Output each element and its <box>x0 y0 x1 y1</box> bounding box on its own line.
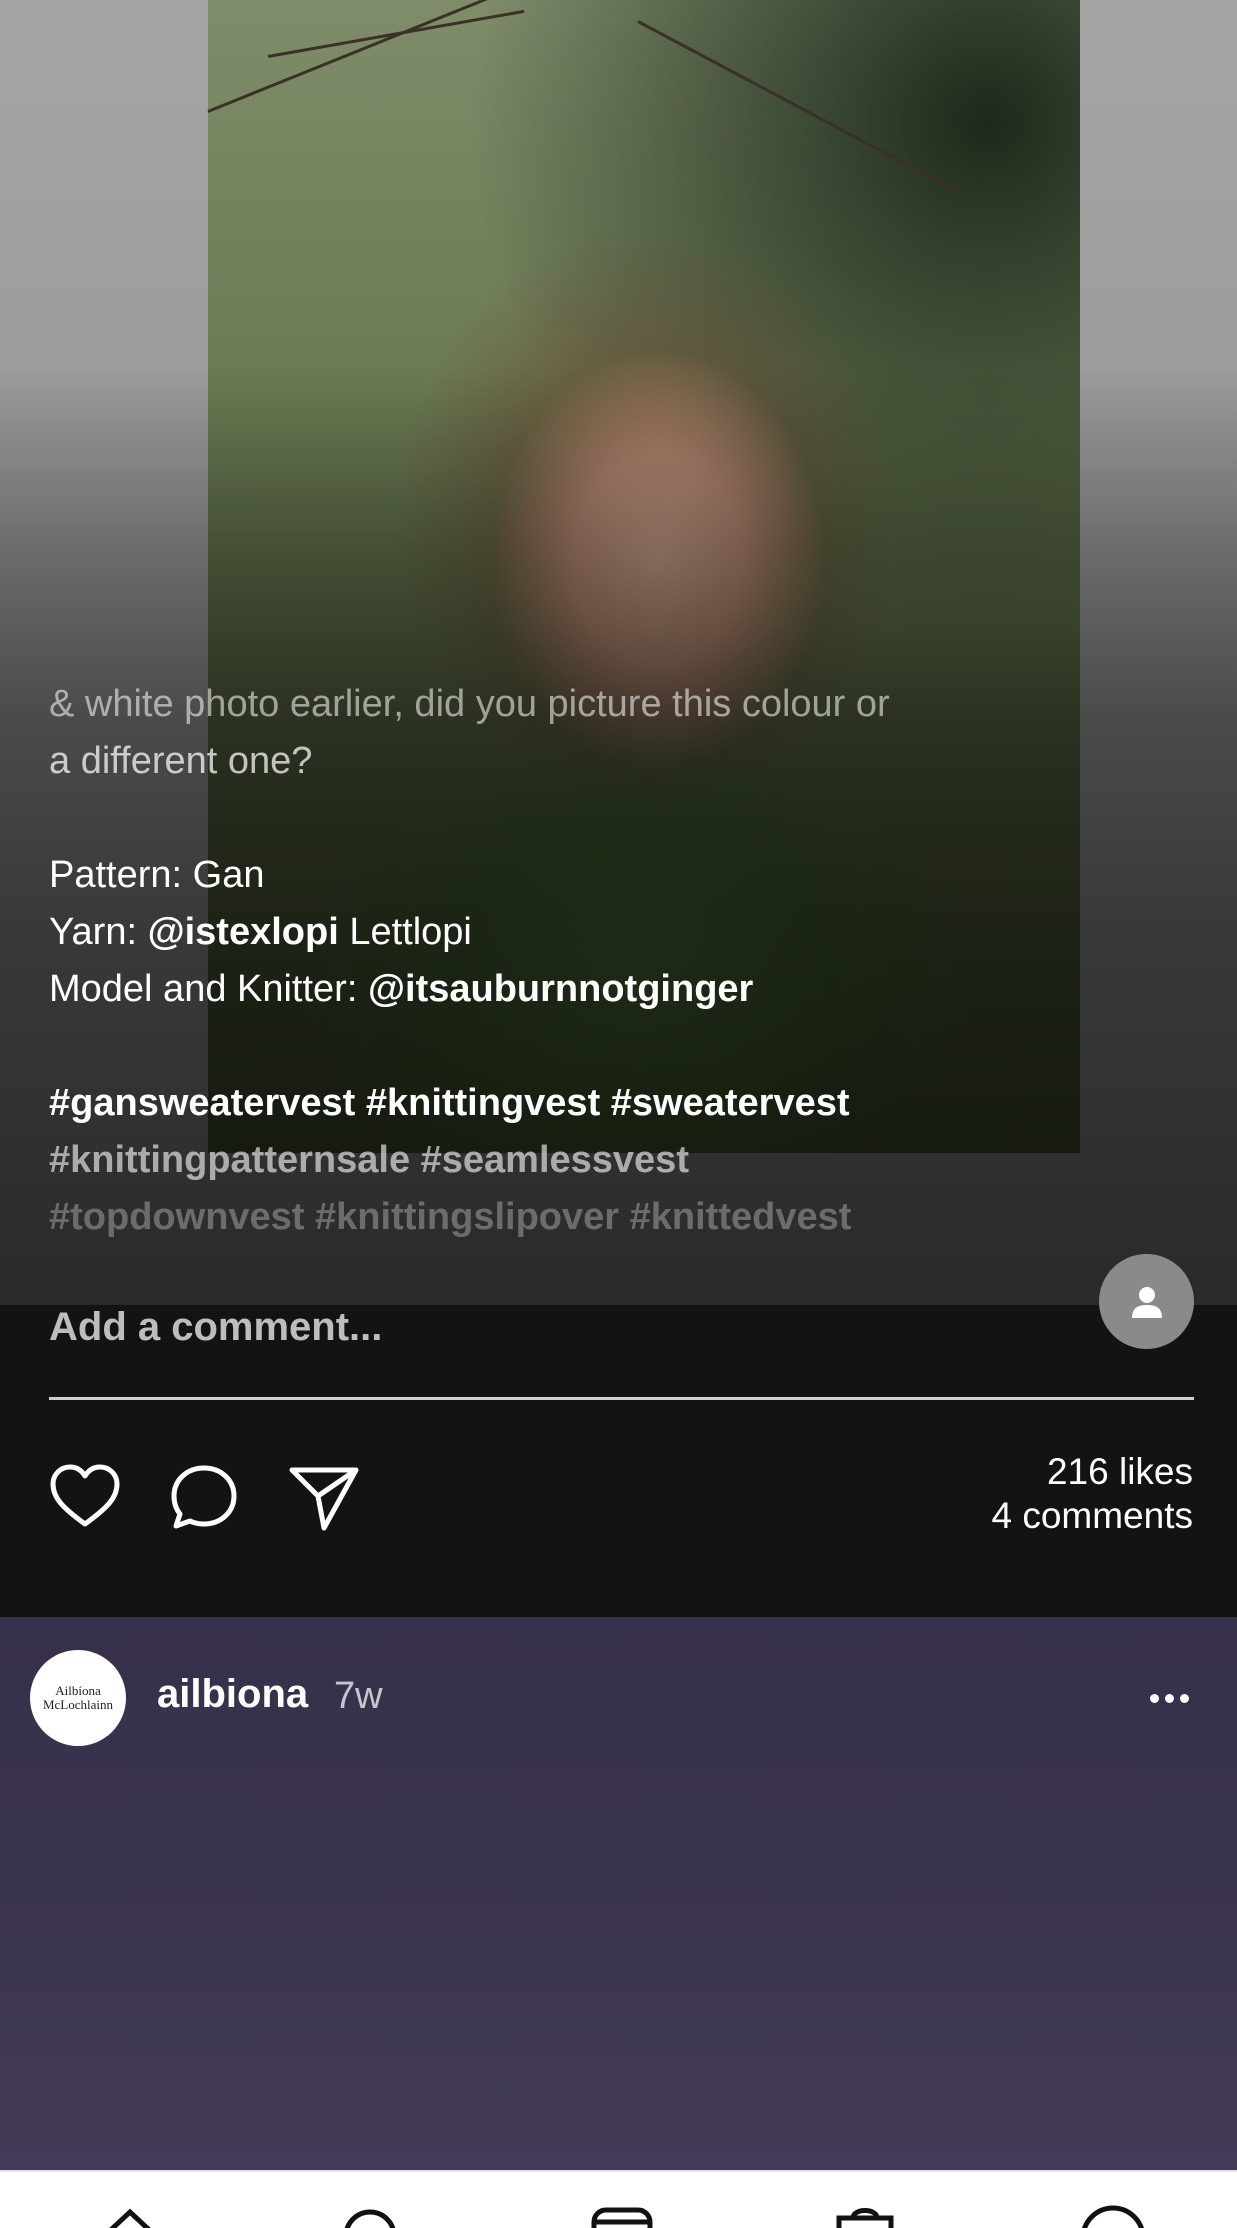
caption-hashtags: #gansweatervest #knittingvest #sweaterve… <box>49 1075 1049 1246</box>
comment-underline <box>49 1397 1194 1400</box>
profile-button[interactable] <box>1099 1254 1194 1349</box>
speech-bubble-icon[interactable] <box>168 1462 240 1534</box>
caption-line: & white photo earlier, did you picture t… <box>49 683 890 725</box>
comment-input[interactable] <box>49 1297 1049 1357</box>
likes-count[interactable]: 216 likes <box>991 1450 1193 1494</box>
caption-pattern: Pattern: Gan <box>49 854 265 896</box>
caption-model: Model and Knitter: @itsauburnnotginger <box>49 968 754 1010</box>
avatar-logo-text: Ailbíona <box>55 1683 101 1698</box>
hashtag-line[interactable]: #topdownvest #knittingslipover #knittedv… <box>49 1189 1049 1246</box>
avatar[interactable]: Ailbíona McLochlainn <box>30 1650 126 1746</box>
search-icon[interactable] <box>330 2200 410 2228</box>
avatar-logo-text: McLochlainn <box>42 1697 114 1712</box>
hashtag-line[interactable]: #knittingpatternsale #seamlessvest <box>49 1132 1049 1189</box>
post-caption: & white photo earlier, did you picture t… <box>49 676 1049 1246</box>
post-stats: 216 likes 4 comments <box>991 1450 1193 1538</box>
profile-icon[interactable] <box>1073 2200 1153 2228</box>
person-icon <box>1131 1286 1162 1318</box>
mention-link[interactable]: @istexlopi <box>148 911 339 953</box>
shop-icon[interactable] <box>825 2200 905 2228</box>
caption-yarn: Yarn: @istexlopi Lettlopi <box>49 911 472 953</box>
post-media[interactable]: & white photo earlier, did you picture t… <box>0 0 1237 1305</box>
paper-plane-icon[interactable] <box>288 1462 360 1534</box>
comments-count[interactable]: 4 comments <box>991 1494 1193 1538</box>
hashtag-line[interactable]: #gansweatervest #knittingvest #sweaterve… <box>49 1075 1049 1132</box>
post-time: 7w <box>334 1675 383 1717</box>
mention-link[interactable]: @itsauburnnotginger <box>368 968 753 1010</box>
post-username[interactable]: ailbiona <box>157 1672 308 1717</box>
caption-line: a different one? <box>49 740 313 782</box>
heart-icon[interactable] <box>49 1462 121 1534</box>
reels-icon[interactable] <box>582 2200 662 2228</box>
ellipsis-icon[interactable] <box>1150 1680 1200 1716</box>
home-icon[interactable] <box>90 2200 170 2228</box>
